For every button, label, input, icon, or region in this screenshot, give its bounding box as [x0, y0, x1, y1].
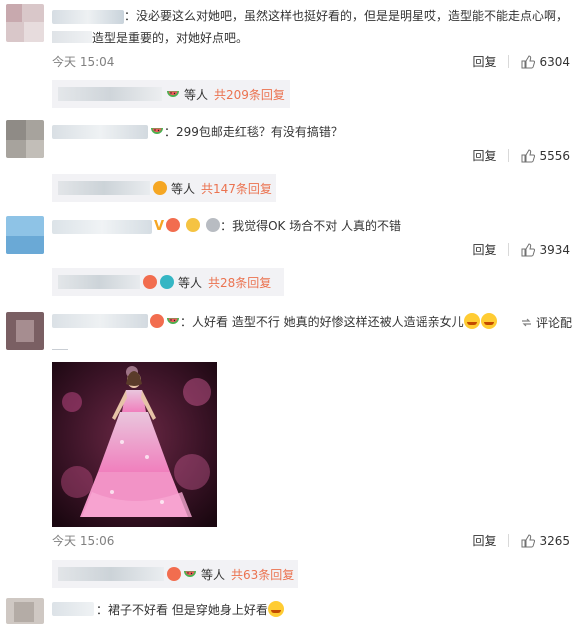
fan-badge-icon	[150, 314, 164, 328]
reply-button[interactable]: 回复	[472, 241, 496, 258]
laugh-cry-emoji	[463, 313, 480, 329]
image-divider	[52, 340, 68, 350]
divider	[508, 534, 510, 547]
repost-comment-link[interactable]: 评论配	[520, 314, 572, 331]
comment-actions: 回复 3934	[412, 241, 572, 258]
sub-replies: 等人 共63条回复	[52, 560, 298, 588]
like-count: 3265	[539, 533, 570, 548]
like-count: 3934	[539, 242, 570, 257]
fan-badge-icon	[143, 275, 157, 289]
like-button[interactable]: 3934	[521, 243, 570, 257]
dress-photo	[52, 362, 217, 527]
divider	[508, 243, 510, 256]
reply-button[interactable]: 回复	[472, 532, 496, 549]
reply-button[interactable]: 回复	[472, 53, 496, 70]
comment-actions: 回复 5556	[412, 147, 572, 164]
comment-photo[interactable]	[52, 362, 217, 527]
thumb-up-icon	[521, 242, 536, 256]
comment-text: ：299包邮走红毯？有没有搞错？	[52, 122, 343, 142]
reply-button[interactable]: 回复	[472, 147, 496, 164]
avatar[interactable]	[6, 598, 44, 624]
fan-badge-icon	[167, 567, 181, 581]
comment-time: 今天 15:06	[52, 534, 115, 548]
fan-badge-icon	[153, 181, 167, 195]
divider	[508, 149, 510, 162]
laugh-cry-emoji	[480, 313, 497, 329]
avatar[interactable]	[6, 120, 44, 158]
sub-username-blurred	[58, 181, 150, 195]
watermelon-badge-icon	[151, 128, 163, 134]
like-count: 5556	[539, 148, 570, 163]
watermelon-badge-icon	[167, 91, 179, 97]
like-button[interactable]: 3265	[521, 534, 570, 548]
comment-time: 今天 15:04	[52, 55, 115, 69]
comment-text: ：裙子不好看 但是穿她身上好看	[52, 600, 284, 620]
comment-text: ：没必要这么对她吧，虽然这样也挺好看的，但是是明星哎，造型能不能走点心啊，	[124, 9, 569, 23]
repost-icon	[521, 318, 531, 327]
divider	[508, 55, 510, 68]
comment-text: ：人好看 造型不行 她真的好惨这样还被人造谣亲女儿	[52, 312, 497, 332]
laugh-cry-emoji	[267, 601, 284, 617]
more-replies-link[interactable]: 共209条回复	[214, 86, 285, 103]
medal-icon	[186, 218, 201, 232]
comment-text-line2: 造型是重要的，对她好点吧。	[52, 28, 248, 48]
sub-reply-etc: 等人	[201, 567, 226, 582]
sub-username-blurred	[58, 87, 162, 101]
verified-v-icon: V	[154, 219, 165, 234]
thumb-up-icon	[521, 148, 536, 162]
avatar[interactable]	[6, 4, 44, 42]
more-replies-link[interactable]: 共147条回复	[201, 180, 272, 197]
sub-reply-etc: 等人	[171, 181, 196, 196]
like-button[interactable]: 5556	[521, 149, 570, 163]
sub-reply-etc: 等人	[178, 275, 203, 290]
comment-actions: 回复 3265	[412, 532, 572, 549]
sub-reply-etc: 等人	[184, 87, 209, 102]
like-count: 6304	[539, 54, 570, 69]
sub-replies: 等人 共147条回复	[52, 174, 276, 202]
thumb-up-icon	[521, 54, 536, 68]
sub-replies: 等人 共28条回复	[52, 268, 284, 296]
sub-replies: 等人 共209条回复	[52, 80, 290, 108]
avatar[interactable]	[6, 312, 44, 350]
avatar[interactable]	[6, 216, 44, 254]
sub-username-blurred	[58, 567, 164, 581]
camera-badge-icon	[160, 275, 174, 289]
like-button[interactable]: 6304	[521, 55, 570, 69]
comment-actions: 回复 6304	[412, 53, 572, 70]
more-replies-link[interactable]: 共28条回复	[208, 274, 271, 291]
fan-badge-icon	[166, 218, 181, 232]
thumb-up-icon	[521, 533, 536, 547]
watermelon-badge-icon	[184, 571, 196, 577]
watermelon-badge-icon	[167, 318, 179, 324]
more-replies-link[interactable]: 共63条回复	[231, 566, 294, 583]
comment-text: V ：我觉得OK 场合不对 人真的不错	[154, 218, 402, 234]
sub-username-blurred	[58, 275, 140, 289]
silver-badge-icon	[206, 218, 221, 232]
